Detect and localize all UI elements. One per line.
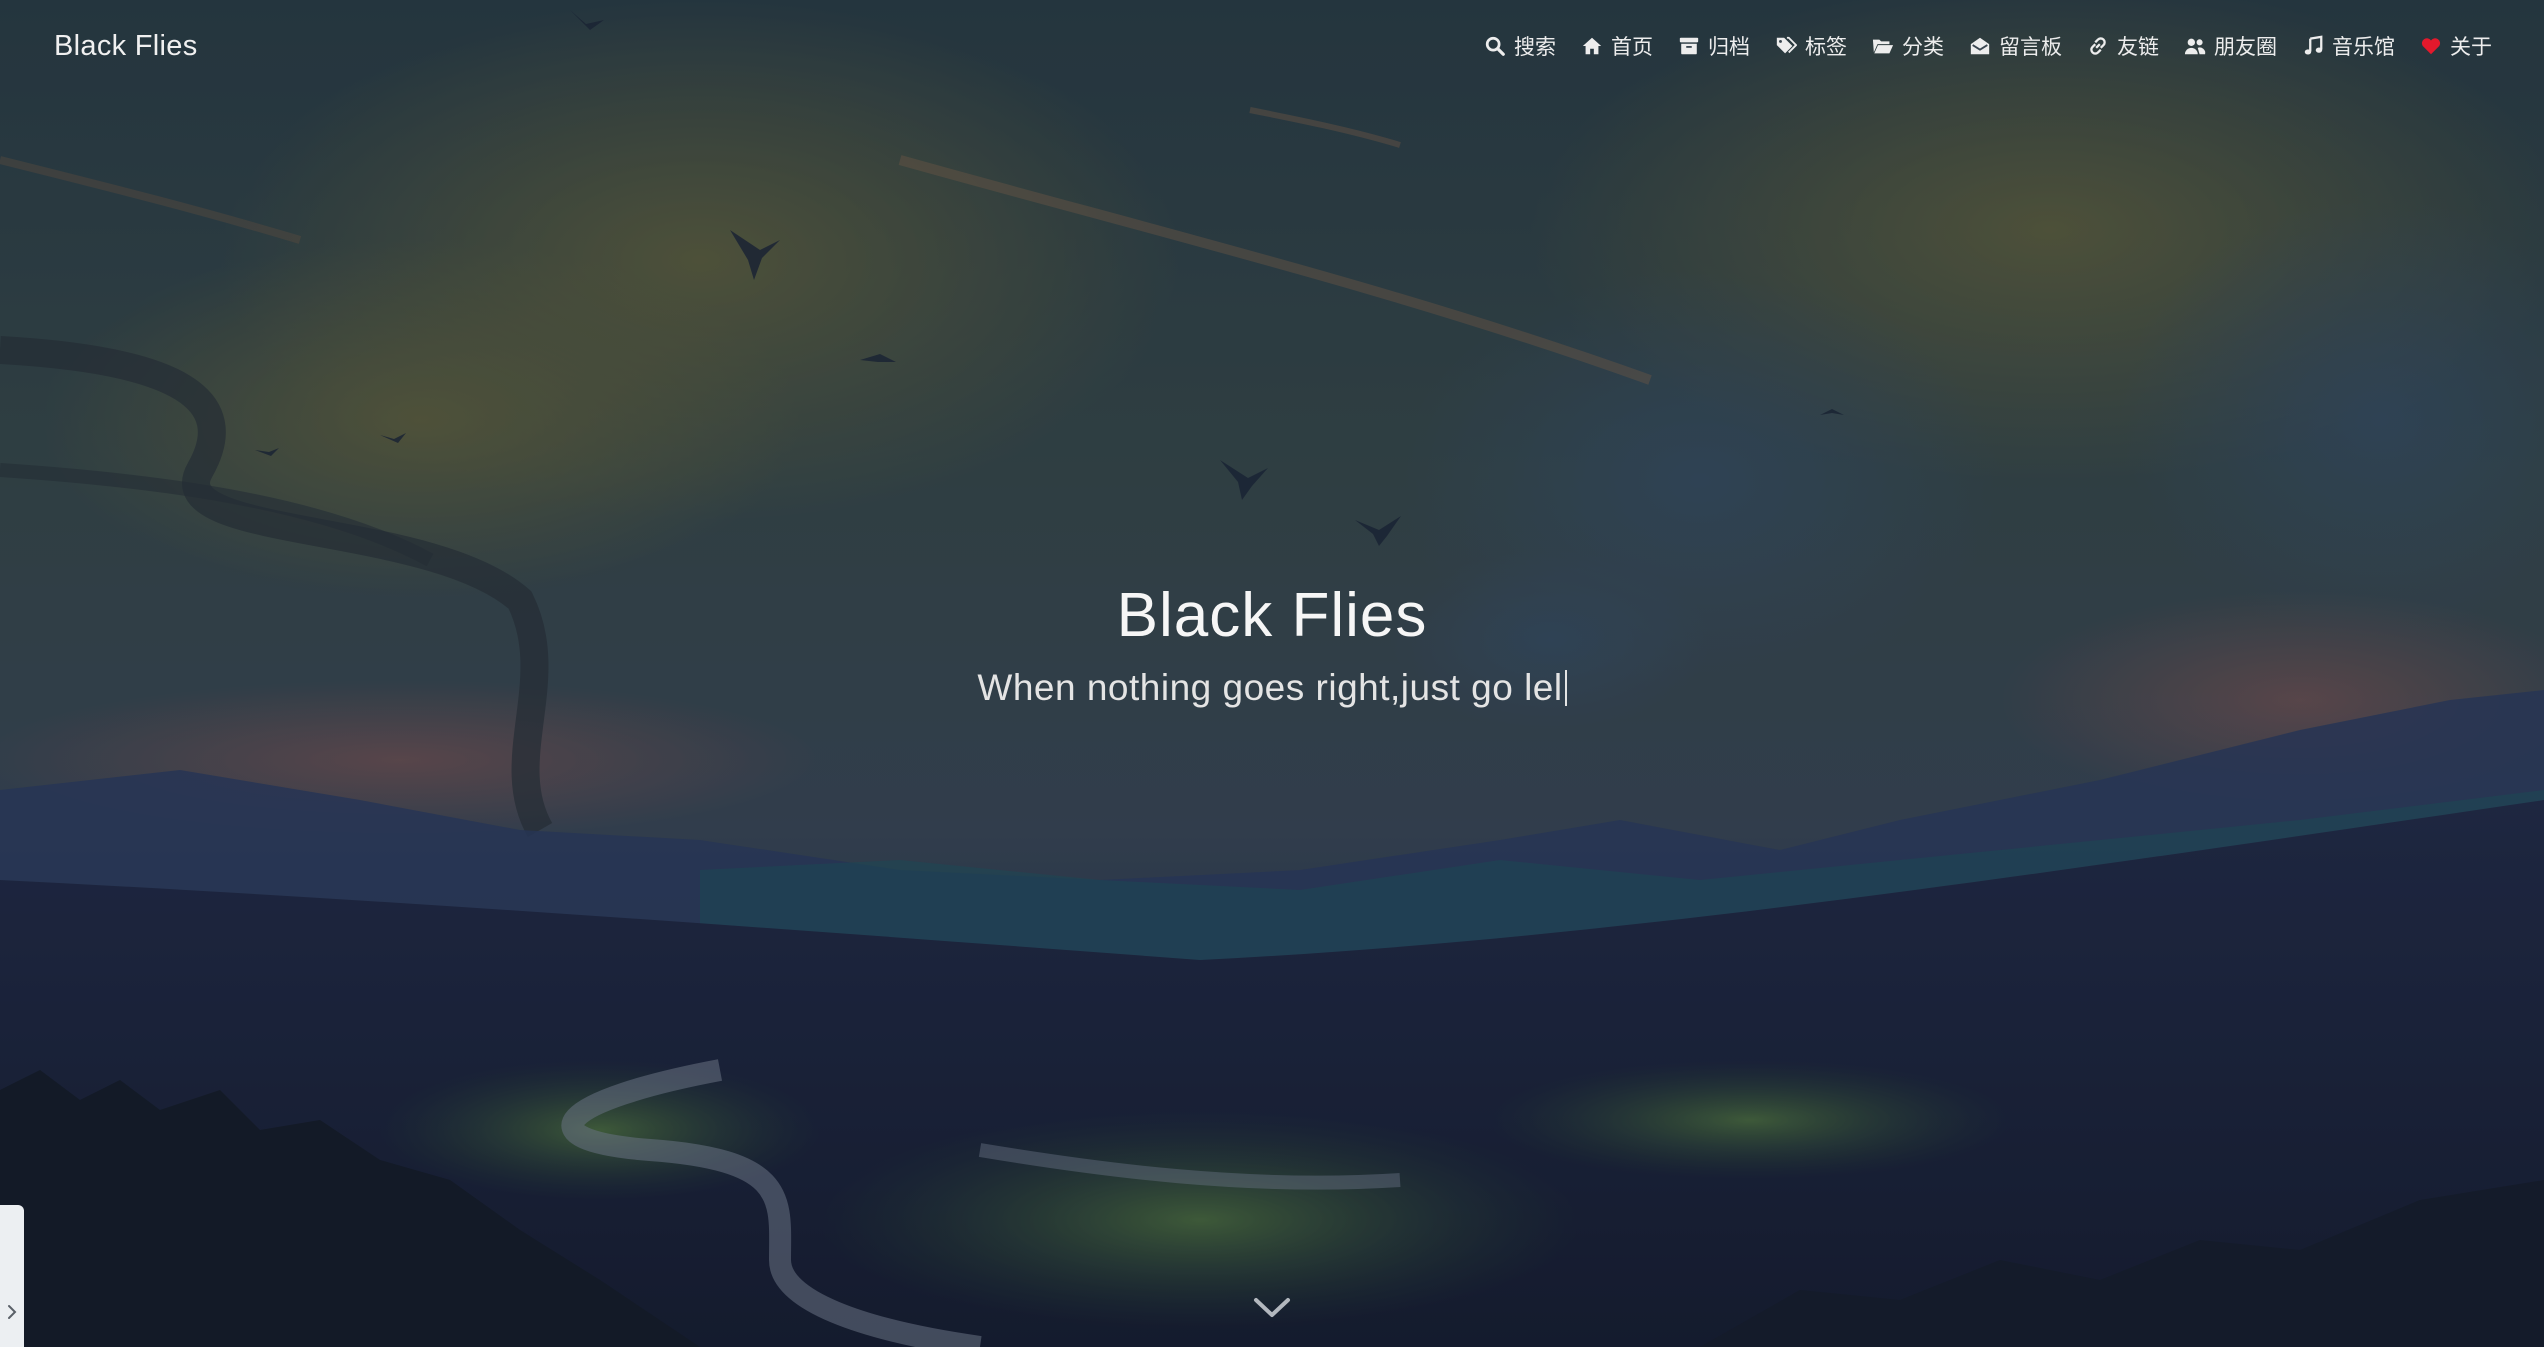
nav-item-search[interactable]: 搜索	[1483, 31, 1556, 61]
chevron-right-icon	[6, 1303, 18, 1325]
nav-item-label: 标签	[1805, 35, 1847, 59]
top-navbar: Black Flies 搜索 首页 归档 标签 分类 留言板 友链 朋友圈 音乐…	[0, 0, 2544, 92]
nav-item-about[interactable]: 关于	[2419, 31, 2492, 61]
nav-item-links[interactable]: 友链	[2086, 31, 2159, 61]
site-title: Black Flies	[1116, 581, 1428, 650]
typing-cursor	[1564, 670, 1567, 706]
nav-item-label: 归档	[1708, 35, 1750, 59]
search-icon	[1483, 34, 1507, 58]
nav-item-categories[interactable]: 分类	[1871, 31, 1944, 61]
nav-item-label: 首页	[1611, 35, 1653, 59]
archive-icon	[1677, 34, 1701, 58]
side-drawer-toggle[interactable]	[0, 1205, 24, 1347]
nav-item-label: 分类	[1902, 35, 1944, 59]
subtitle-text: When nothing goes right,just go lel	[977, 667, 1563, 708]
nav-item-label: 留言板	[1999, 35, 2062, 59]
nav-menu: 搜索 首页 归档 标签 分类 留言板 友链 朋友圈 音乐馆 关于	[1483, 31, 2492, 61]
envelope-open-icon	[1968, 34, 1992, 58]
chevron-down-icon	[1252, 1295, 1292, 1325]
nav-item-music[interactable]: 音乐馆	[2301, 31, 2395, 61]
link-icon	[2086, 34, 2110, 58]
music-icon	[2301, 34, 2325, 58]
hero-text: Black Flies When nothing goes right,just…	[0, 580, 2544, 709]
nav-item-label: 朋友圈	[2214, 35, 2277, 59]
nav-item-moments[interactable]: 朋友圈	[2183, 31, 2277, 61]
nav-item-archive[interactable]: 归档	[1677, 31, 1750, 61]
nav-item-tags[interactable]: 标签	[1774, 31, 1847, 61]
nav-item-home[interactable]: 首页	[1580, 31, 1653, 61]
nav-item-label: 音乐馆	[2332, 35, 2395, 59]
folder-open-icon	[1871, 34, 1895, 58]
site-brand-link[interactable]: Black Flies	[54, 30, 198, 63]
site-subtitle: When nothing goes right,just go lel	[0, 667, 2544, 709]
users-icon	[2183, 34, 2207, 58]
scroll-down-button[interactable]	[1252, 1295, 1292, 1325]
nav-item-label: 友链	[2117, 35, 2159, 59]
tags-icon	[1774, 34, 1798, 58]
home-icon	[1580, 34, 1604, 58]
nav-item-label: 搜索	[1514, 35, 1556, 59]
heart-icon	[2419, 34, 2443, 58]
nav-item-label: 关于	[2450, 35, 2492, 59]
nav-item-guestbook[interactable]: 留言板	[1968, 31, 2062, 61]
